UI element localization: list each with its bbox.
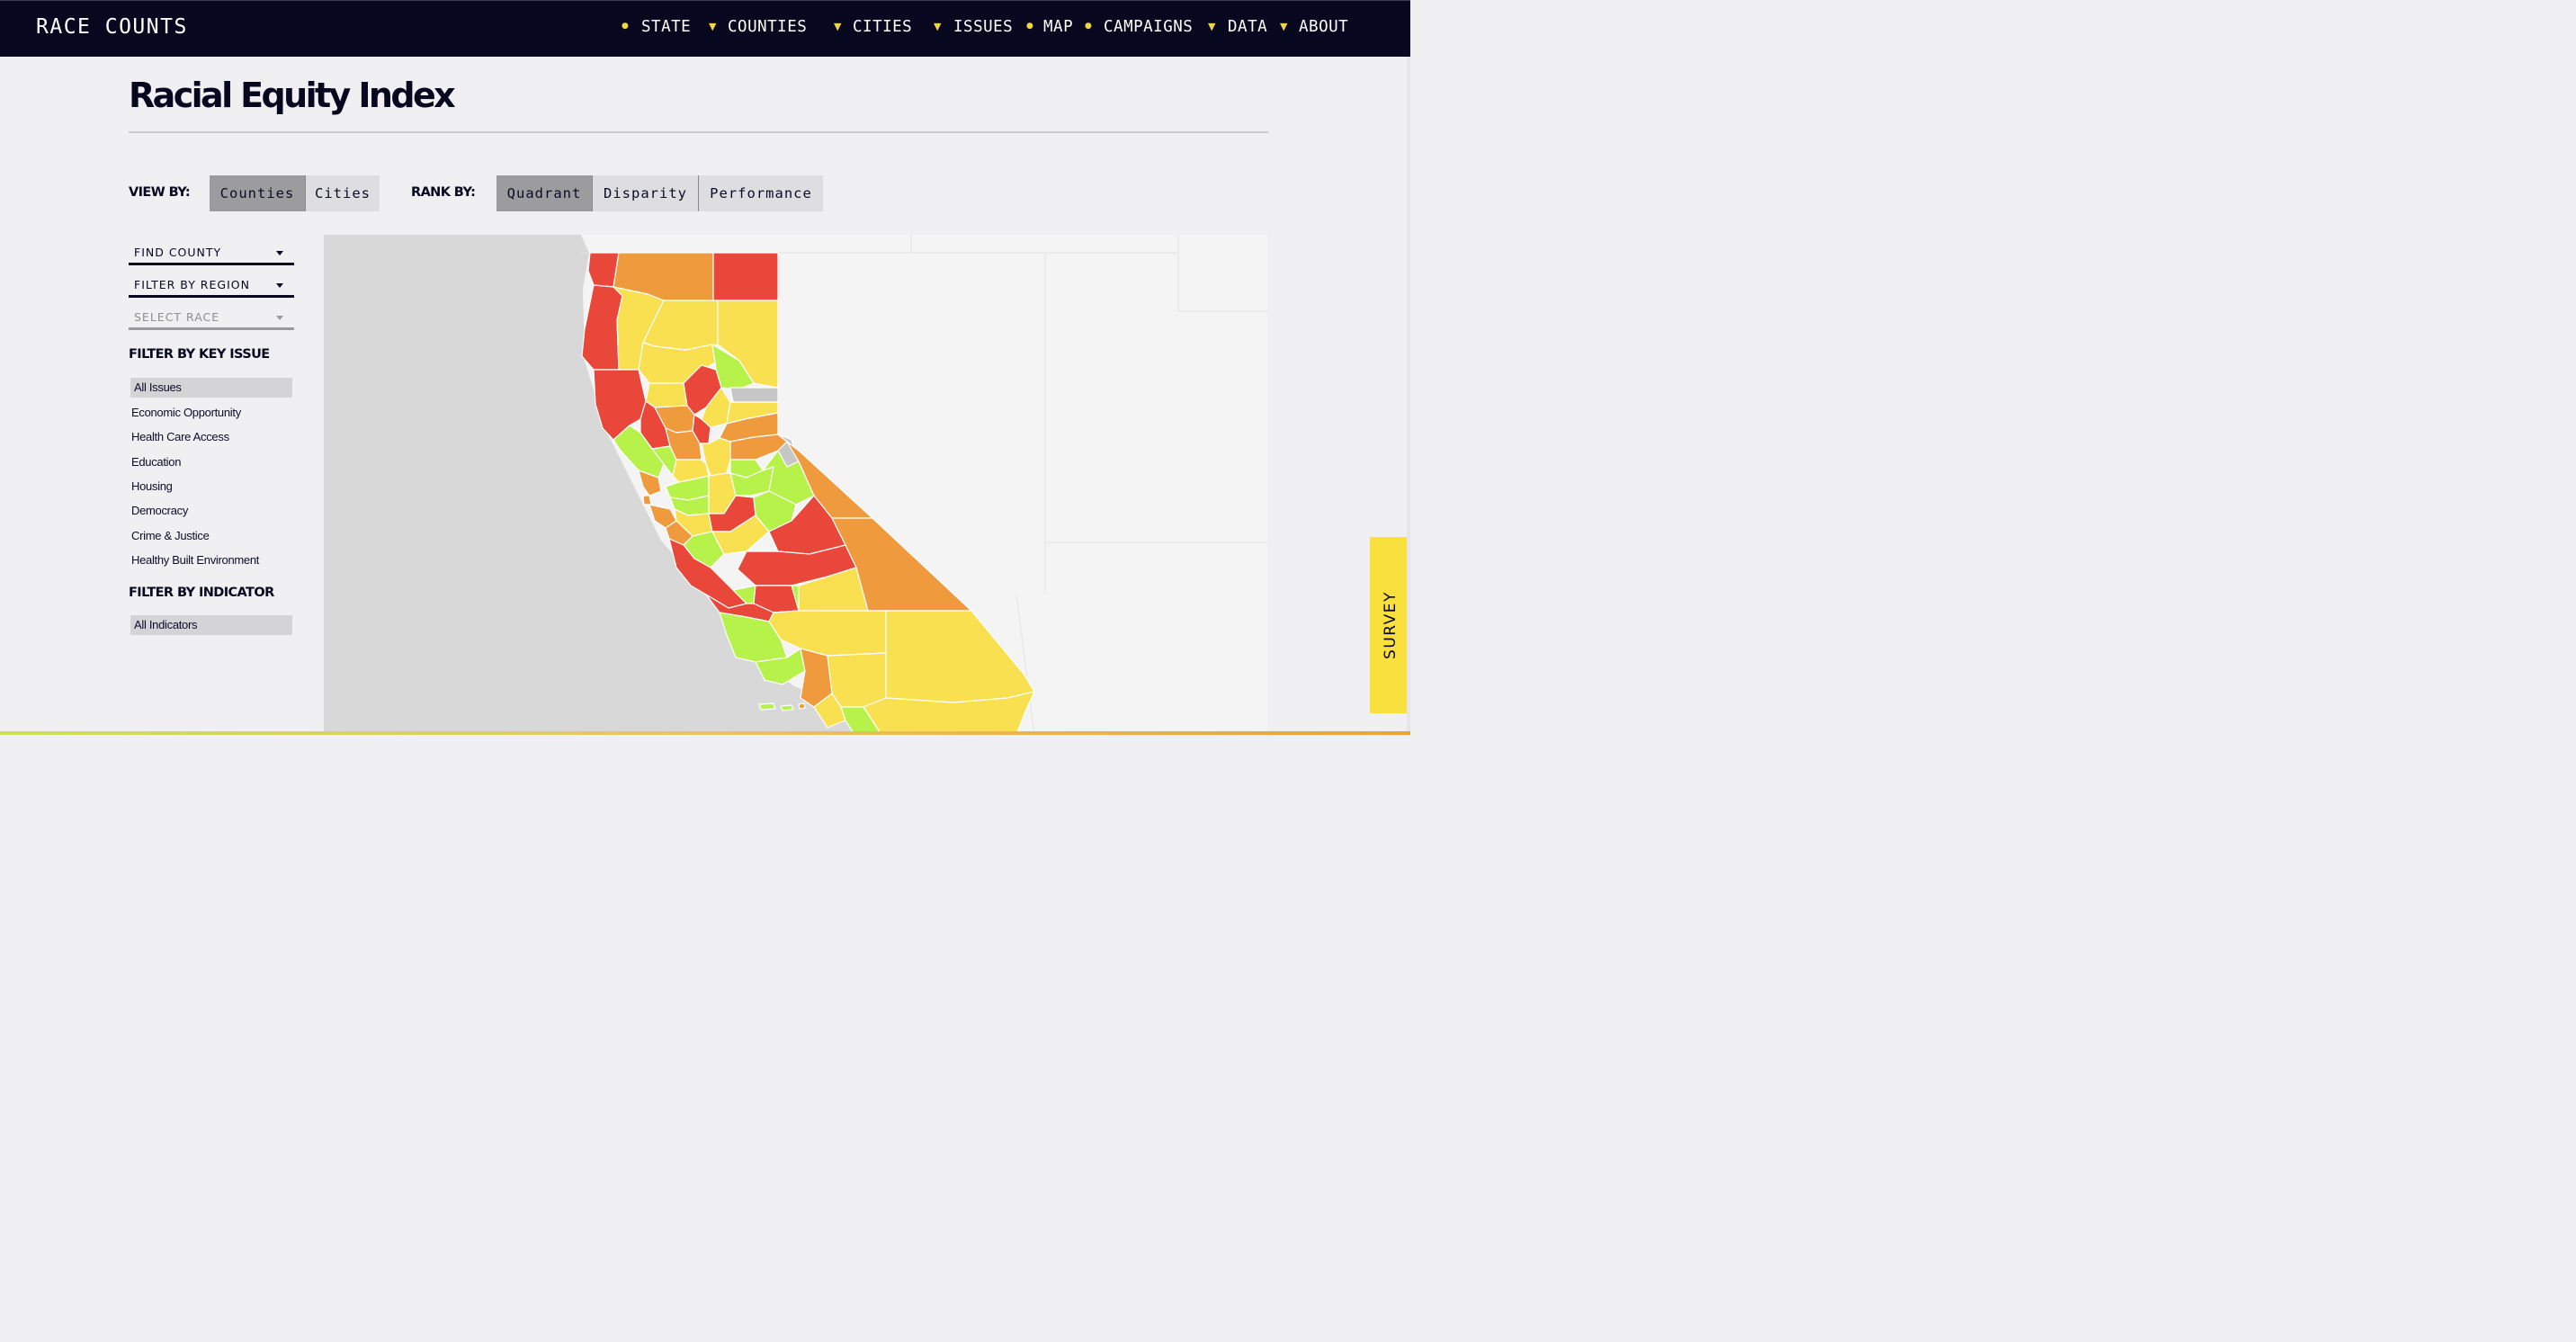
nav-map[interactable]: MAP	[1043, 18, 1073, 36]
chevron-down-icon	[276, 251, 283, 255]
nav-about[interactable]: ABOUT	[1299, 18, 1348, 36]
filter-region-dropdown[interactable]: FILTER BY REGION	[129, 270, 294, 298]
indicator-heading: FILTER BY INDICATOR	[129, 586, 274, 600]
chevron-down-icon: ▼	[1208, 21, 1216, 32]
county-san-francisco[interactable]	[642, 495, 652, 505]
rank-by-label: RANK BY:	[411, 185, 476, 200]
view-by-cities-button[interactable]: Cities	[305, 175, 380, 211]
rank-by-performance-button[interactable]: Performance	[698, 175, 823, 211]
rank-by-quadrant-button[interactable]: Quadrant	[496, 175, 592, 211]
chevron-down-icon: ▼	[1280, 21, 1288, 32]
issue-housing[interactable]: Housing	[131, 479, 173, 493]
county-map[interactable]	[324, 235, 1267, 735]
issue-healthy-built-environment[interactable]: Healthy Built Environment	[131, 553, 259, 567]
select-race-dropdown[interactable]: SELECT RACE	[129, 302, 294, 330]
county-kern[interactable]	[768, 610, 887, 657]
bottom-gradient-strip	[0, 731, 1410, 735]
chevron-down-icon: ▼	[709, 21, 717, 32]
find-county-dropdown[interactable]: FIND COUNTY	[129, 237, 294, 265]
issue-crime-justice[interactable]: Crime & Justice	[131, 529, 210, 542]
page-title: Racial Equity Index	[129, 76, 456, 115]
view-by-counties-button[interactable]: Counties	[210, 175, 305, 211]
issue-education[interactable]: Education	[131, 455, 181, 469]
nav-dot-icon: ●	[1026, 22, 1033, 31]
county-humboldt[interactable]	[581, 284, 623, 371]
issue-all-issues[interactable]: All Issues	[130, 378, 292, 398]
chevron-down-icon	[276, 283, 283, 288]
california-county-map-svg[interactable]	[324, 235, 1267, 735]
nav-dot-icon: ●	[622, 22, 629, 31]
key-issue-heading: FILTER BY KEY ISSUE	[129, 347, 270, 362]
nav-dot-icon: ●	[1085, 22, 1092, 31]
county-orange-la[interactable]	[827, 652, 887, 708]
nav-data[interactable]: DATA	[1228, 18, 1267, 36]
title-divider	[129, 131, 1268, 133]
issue-health-care-access[interactable]: Health Care Access	[131, 430, 229, 443]
nav-counties[interactable]: COUNTIES	[728, 18, 807, 36]
rank-by-disparity-button[interactable]: Disparity	[592, 175, 698, 211]
indicator-all-indicators[interactable]: All Indicators	[130, 615, 292, 635]
chevron-down-icon	[276, 316, 283, 320]
view-by-label: VIEW BY:	[129, 185, 191, 200]
issue-economic-opportunity[interactable]: Economic Opportunity	[131, 406, 241, 419]
select-race-label: SELECT RACE	[134, 310, 220, 324]
channel-island	[798, 702, 806, 710]
county-glenn[interactable]	[645, 382, 688, 408]
scrollbar-track[interactable]	[1407, 57, 1410, 731]
site-logo[interactable]: RACE COUNTS	[36, 15, 188, 39]
channel-island	[758, 702, 776, 711]
chevron-down-icon: ▼	[934, 21, 942, 32]
nav-issues[interactable]: ISSUES	[953, 18, 1013, 36]
survey-label: SURVEY	[1381, 591, 1400, 659]
filter-region-label: FILTER BY REGION	[134, 278, 250, 291]
county-sierra-gray[interactable]	[729, 387, 779, 403]
top-nav-bar: RACE COUNTS ● STATE ▼ COUNTIES ▼ CITIES ▼ ISSUE…	[0, 0, 1410, 57]
channel-island	[780, 704, 794, 711]
county-modoc[interactable]	[712, 252, 779, 301]
issue-democracy[interactable]: Democracy	[131, 504, 188, 517]
find-county-label: FIND COUNTY	[134, 246, 222, 259]
chevron-down-icon: ▼	[834, 21, 842, 32]
survey-tab[interactable]: SURVEY	[1370, 537, 1410, 713]
nav-state[interactable]: STATE	[641, 18, 691, 36]
nav-campaigns[interactable]: CAMPAIGNS	[1104, 18, 1193, 36]
nav-cities[interactable]: CITIES	[853, 18, 912, 36]
county-san-bernardino[interactable]	[885, 610, 1035, 703]
